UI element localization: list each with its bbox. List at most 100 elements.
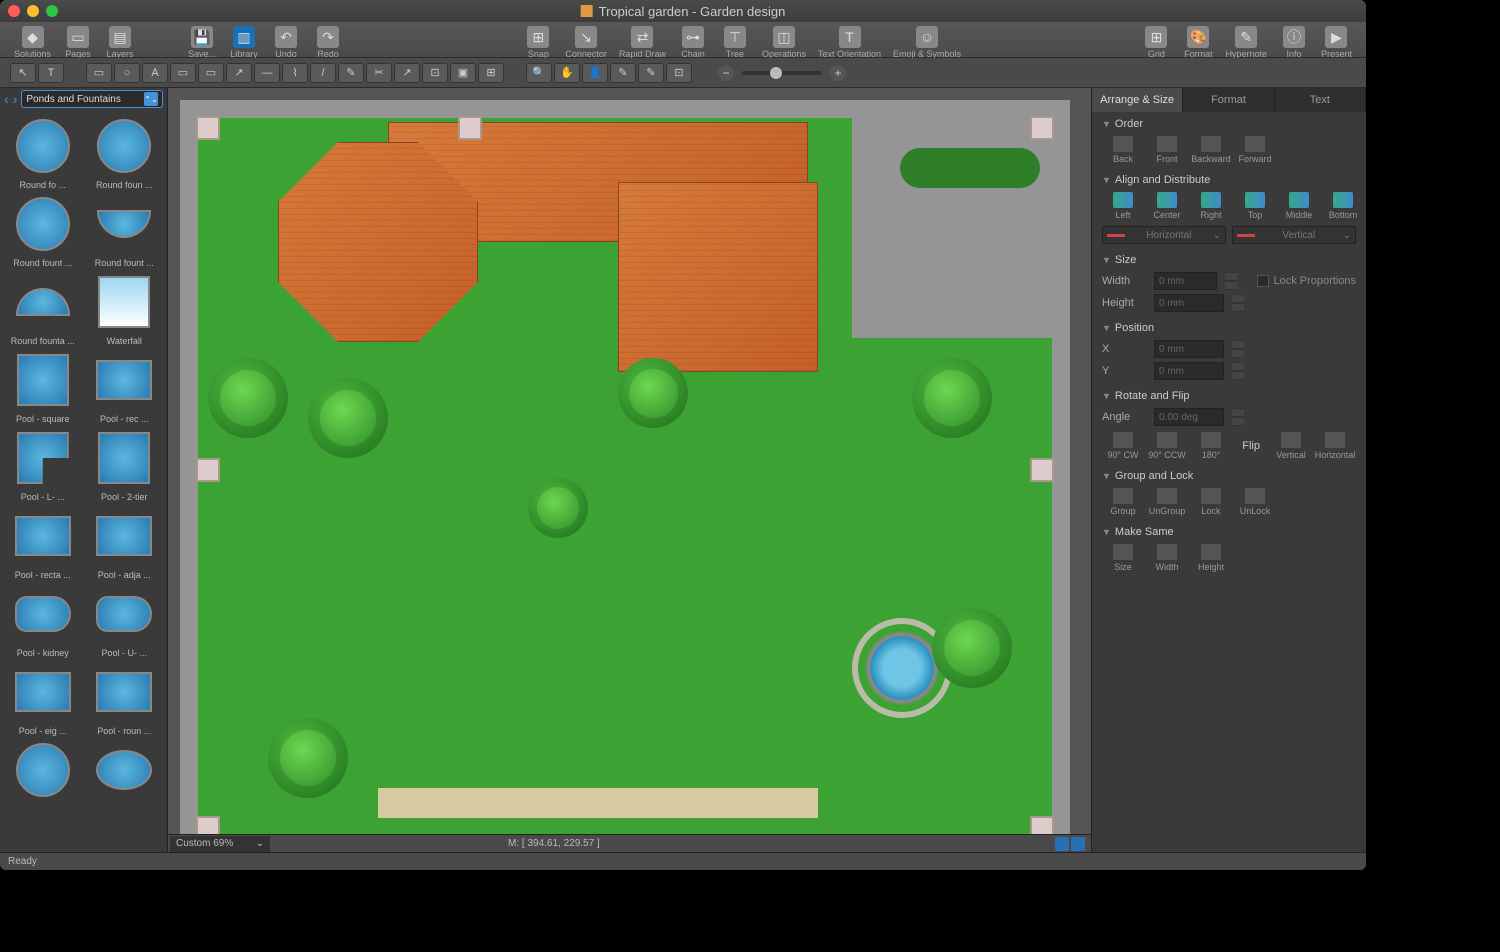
order-row-backward[interactable]: Backward (1190, 136, 1232, 164)
library-shape[interactable]: Round foun ... (86, 114, 164, 190)
zoom-out-button[interactable]: − (718, 65, 734, 81)
tool-shape-2[interactable]: A (142, 63, 168, 83)
library-shape[interactable]: Pool - roun ... (86, 660, 164, 736)
library-shape[interactable]: Pool - eig ... (4, 660, 82, 736)
toolbar-undo-button[interactable]: ↶Undo (265, 24, 307, 59)
tool-shape-14[interactable]: ⊞ (478, 63, 504, 83)
zoom-combo[interactable]: Custom 69%⌄ (170, 836, 270, 852)
library-shape[interactable]: Waterfall (86, 270, 164, 346)
width-stepper[interactable] (1225, 272, 1237, 290)
inspector-tab-arrange-size[interactable]: Arrange & Size (1092, 88, 1183, 112)
same-row-height[interactable]: Height (1190, 544, 1232, 572)
toolbar-format-button[interactable]: 🎨Format (1177, 24, 1219, 59)
library-shape[interactable]: Pool - rec ... (86, 348, 164, 424)
canvas-area[interactable]: Custom 69%⌄ M: [ 394.61, 229.57 ] (168, 88, 1091, 852)
toolbar-text-orientation-button[interactable]: TText Orientation (812, 24, 887, 59)
width-input[interactable]: 0 mm (1154, 272, 1217, 290)
tool-shape-0[interactable]: ▭ (86, 63, 112, 83)
library-shape[interactable]: Round fount ... (86, 192, 164, 268)
tool-shape-9[interactable]: ✎ (338, 63, 364, 83)
tool-shape-10[interactable]: ✂ (366, 63, 392, 83)
inspector-tab-text[interactable]: Text (1275, 88, 1366, 112)
library-shape[interactable]: Round founta ... (4, 270, 82, 346)
align-row-bottom[interactable]: Bottom (1322, 192, 1364, 220)
group-row-unlock[interactable]: UnLock (1234, 488, 1276, 516)
tool-shape-8[interactable]: / (310, 63, 336, 83)
same-row-width[interactable]: Width (1146, 544, 1188, 572)
library-shape[interactable]: Round fo ... (4, 114, 82, 190)
tree[interactable] (618, 358, 688, 428)
order-row-back[interactable]: Back (1102, 136, 1144, 164)
rot-row--ccw[interactable]: 90° CCW (1146, 432, 1188, 460)
tool-shape-4[interactable]: ▭ (198, 63, 224, 83)
post[interactable] (1030, 458, 1054, 482)
tool-select-0[interactable]: ↖ (10, 63, 36, 83)
tool-view-4[interactable]: ✎ (638, 63, 664, 83)
toolbar-rapid-draw-button[interactable]: ⇄Rapid Draw (613, 24, 672, 59)
library-forward-button[interactable]: › (13, 91, 18, 107)
tool-shape-13[interactable]: ▣ (450, 63, 476, 83)
tool-view-5[interactable]: ⊡ (666, 63, 692, 83)
tool-select-1[interactable]: T (38, 63, 64, 83)
minimize-window-button[interactable] (27, 5, 39, 17)
library-back-button[interactable]: ‹ (4, 91, 9, 107)
canvas-page[interactable] (180, 100, 1070, 852)
tree[interactable] (268, 718, 348, 798)
align-row-top[interactable]: Top (1234, 192, 1276, 220)
rot-row--cw[interactable]: 90° CW (1102, 432, 1144, 460)
library-shape[interactable]: Pool - L- ... (4, 426, 82, 502)
order-row-forward[interactable]: Forward (1234, 136, 1276, 164)
flip-row-vertical[interactable]: Vertical (1270, 432, 1312, 460)
library-shape[interactable]: Pool - recta ... (4, 504, 82, 580)
angle-stepper[interactable] (1232, 408, 1244, 426)
align-row-left[interactable]: Left (1102, 192, 1144, 220)
library-selector[interactable]: Ponds and Fountains ⌃⌄ (21, 90, 163, 108)
rot-row--[interactable]: 180° (1190, 432, 1232, 460)
toolbar-connector-button[interactable]: ↘Connector (559, 24, 613, 59)
y-input[interactable]: 0 mm (1154, 362, 1224, 380)
flip-row-horizontal[interactable]: Horizontal (1314, 432, 1356, 460)
angle-input[interactable]: 0.00 deg (1154, 408, 1224, 426)
same-row-size[interactable]: Size (1102, 544, 1144, 572)
library-shape[interactable]: Pool - square (4, 348, 82, 424)
toolbar-emoji-symbols-button[interactable]: ☺Emoji & Symbols (887, 24, 967, 59)
post[interactable] (1030, 116, 1054, 140)
inspector-tab-format[interactable]: Format (1183, 88, 1274, 112)
path[interactable] (378, 788, 818, 818)
group-row-ungroup[interactable]: UnGroup (1146, 488, 1188, 516)
tree[interactable] (912, 358, 992, 438)
house[interactable] (278, 122, 818, 372)
tool-view-3[interactable]: ✎ (610, 63, 636, 83)
zoom-slider[interactable]: − + (718, 65, 846, 81)
toolbar-grid-button[interactable]: ⊞Grid (1135, 24, 1177, 59)
align-row-right[interactable]: Right (1190, 192, 1232, 220)
tree[interactable] (932, 608, 1012, 688)
library-shape[interactable] (4, 738, 82, 804)
toolbar-layers-button[interactable]: ▤Layers (99, 24, 141, 59)
tool-shape-12[interactable]: ⊡ (422, 63, 448, 83)
toolbar-operations-button[interactable]: ◫Operations (756, 24, 812, 59)
post[interactable] (196, 116, 220, 140)
tool-view-0[interactable]: 🔍 (526, 63, 552, 83)
tool-view-2[interactable]: 👤 (582, 63, 608, 83)
library-shape[interactable]: Round fount ... (4, 192, 82, 268)
align-row-center[interactable]: Center (1146, 192, 1188, 220)
order-row-front[interactable]: Front (1146, 136, 1188, 164)
x-stepper[interactable] (1232, 340, 1244, 358)
view-split-controls[interactable] (1055, 837, 1085, 851)
group-row-lock[interactable]: Lock (1190, 488, 1232, 516)
toolbar-pages-button[interactable]: ▭Pages (57, 24, 99, 59)
tool-shape-1[interactable]: ○ (114, 63, 140, 83)
y-stepper[interactable] (1232, 362, 1244, 380)
garden-lot[interactable] (198, 118, 1052, 838)
lock-proportions-checkbox[interactable]: Lock Proportions (1257, 275, 1356, 287)
x-input[interactable]: 0 mm (1154, 340, 1224, 358)
tool-shape-7[interactable]: ⌇ (282, 63, 308, 83)
toolbar-snap-button[interactable]: ⊞Snap (517, 24, 559, 59)
tool-shape-6[interactable]: — (254, 63, 280, 83)
toolbar-info-button[interactable]: ⓘInfo (1273, 24, 1315, 59)
tool-shape-11[interactable]: ↗ (394, 63, 420, 83)
toolbar-chain-button[interactable]: ⊶Chain (672, 24, 714, 59)
align-row-middle[interactable]: Middle (1278, 192, 1320, 220)
tool-view-1[interactable]: ✋ (554, 63, 580, 83)
